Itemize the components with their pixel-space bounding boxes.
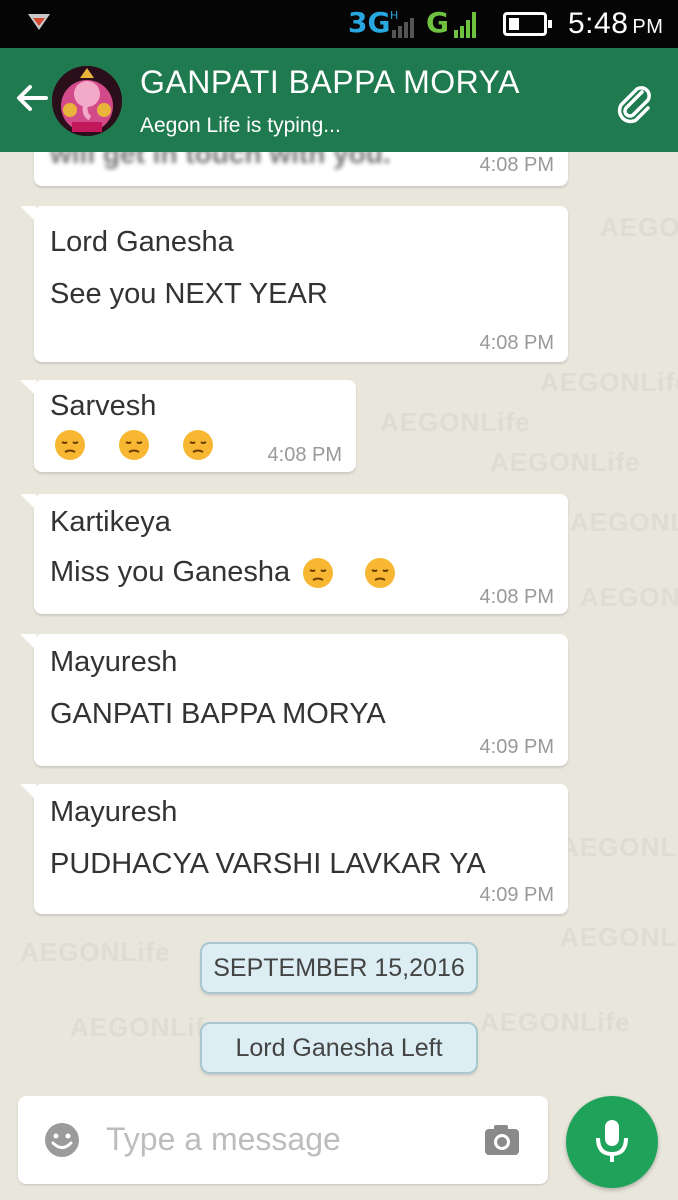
date-chip: SEPTEMBER 15,2016 xyxy=(200,942,478,994)
pensive-face-icon xyxy=(55,430,85,461)
watermark: AEGONLife xyxy=(580,582,678,612)
message-time: 4:08 PM xyxy=(479,332,554,354)
message-sender: Mayuresh xyxy=(50,646,178,678)
typing-status: Aegon Life is typing... xyxy=(140,114,341,137)
watermark: AEGONLife xyxy=(380,407,531,437)
message-time: 4:08 PM xyxy=(479,154,554,176)
message-bubble[interactable]: Lord Ganesha See you NEXT YEAR 4:08 PM xyxy=(20,206,568,362)
microphone-icon xyxy=(596,1120,628,1162)
clock-ampm: PM xyxy=(632,16,664,38)
network-3g-label: 3G xyxy=(348,6,391,39)
pensive-face-icon xyxy=(365,558,396,589)
message-bubble[interactable]: Kartikeya Miss you Ganesha 4:08 PM xyxy=(20,494,568,614)
status-bar: 3G H G 5:48 PM xyxy=(0,0,678,48)
message-time: 4:09 PM xyxy=(479,736,554,758)
message-text: See you NEXT YEAR xyxy=(50,278,328,310)
pensive-face-icon xyxy=(303,558,334,589)
chat-title[interactable]: GANPATI BAPPA MORYA xyxy=(140,64,520,101)
message-time: 4:09 PM xyxy=(479,884,554,906)
watermark: AEGONLife xyxy=(570,507,678,537)
emoji-smiley-icon[interactable] xyxy=(42,1120,82,1160)
ganesha-image xyxy=(52,66,122,136)
battery-icon xyxy=(503,12,552,36)
signal-icon-2 xyxy=(454,12,476,38)
attachment-icon[interactable] xyxy=(612,82,656,126)
clock: 5:48 PM xyxy=(568,7,663,41)
message-composer xyxy=(18,1096,548,1184)
message-sender: Mayuresh xyxy=(50,796,178,828)
message-sender: Sarvesh xyxy=(50,390,157,422)
message-emojis xyxy=(54,428,214,461)
message-text: PUDHACYA VARSHI LAVKAR YA xyxy=(50,848,486,880)
message-input[interactable] xyxy=(106,1116,466,1162)
message-line: Miss you Ganesha xyxy=(50,556,396,589)
member-left-chip: Lord Ganesha Left xyxy=(200,1022,478,1074)
watermark: AEGONLife xyxy=(540,367,678,397)
message-bubble[interactable]: will get in touch with you. 4:08 PM xyxy=(34,152,568,186)
watermark: AEGONLife xyxy=(560,922,678,952)
back-arrow-icon[interactable] xyxy=(14,80,50,116)
chat-area[interactable]: AEGONLife AEGONLife AEGONLife AEGONLife … xyxy=(0,152,678,1090)
watermark: AEGONLife xyxy=(560,832,678,862)
network-g-label: G xyxy=(426,6,449,39)
message-time: 4:08 PM xyxy=(267,444,342,466)
watermark: AEGONLife xyxy=(490,447,641,477)
message-text: Miss you Ganesha xyxy=(50,556,291,588)
svg-text:H: H xyxy=(390,9,398,22)
watermark: AEGONLife xyxy=(20,937,171,967)
pensive-face-icon xyxy=(119,430,150,461)
message-bubble[interactable]: Mayuresh PUDHACYA VARSHI LAVKAR YA 4:09 … xyxy=(20,784,568,914)
message-time: 4:08 PM xyxy=(479,586,554,608)
message-sender: Kartikeya xyxy=(50,506,171,538)
notification-app-icon xyxy=(28,14,50,30)
camera-icon[interactable] xyxy=(482,1120,522,1160)
group-avatar[interactable] xyxy=(52,66,122,136)
signal-icon-1: H xyxy=(390,9,414,38)
watermark: AEGONLife xyxy=(70,1012,221,1042)
voice-record-button[interactable] xyxy=(566,1096,658,1188)
watermark: AEGONLife xyxy=(480,1007,631,1037)
chat-header: GANPATI BAPPA MORYA Aegon Life is typing… xyxy=(0,48,678,152)
pensive-face-icon xyxy=(183,430,214,461)
message-sender: Lord Ganesha xyxy=(50,226,234,258)
message-text: will get in touch with you. xyxy=(50,152,391,169)
clock-time: 5:48 xyxy=(568,7,629,40)
watermark: AEGONLife xyxy=(600,212,678,242)
message-bubble[interactable]: Mayuresh GANPATI BAPPA MORYA 4:09 PM xyxy=(20,634,568,766)
message-bubble[interactable]: Sarvesh 4:08 PM xyxy=(20,380,356,472)
message-text: GANPATI BAPPA MORYA xyxy=(50,698,386,730)
